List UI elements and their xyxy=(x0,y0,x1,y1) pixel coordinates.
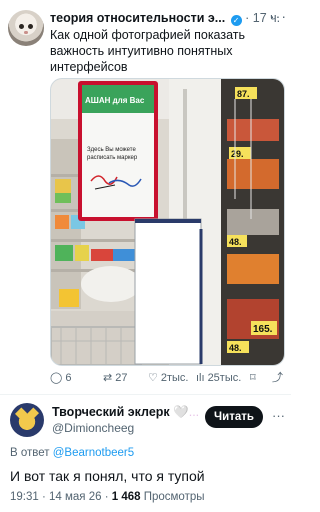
heart-icon: ♡ xyxy=(148,372,158,384)
follow-button[interactable]: Читать xyxy=(205,406,263,428)
reply-icon: ◯ xyxy=(50,372,63,384)
avatar-eye xyxy=(28,24,33,29)
reply-author-suffix: 🤍... xyxy=(173,405,200,419)
reply-meta: 19:31 · 14 мая 26 · 1 468 Просмотры xyxy=(10,491,205,503)
retweet-action[interactable]: ⇄ 27 xyxy=(103,370,127,386)
reply-author-avatar[interactable] xyxy=(10,403,44,437)
views-count: 25тыс. xyxy=(207,372,242,384)
reply-action[interactable]: ◯ 6 xyxy=(50,370,71,386)
sign-header: АШАН для Вас xyxy=(85,96,145,105)
views-chart-icon: ılı xyxy=(196,372,205,384)
in-reply-to: В ответ @Bearnotbeer5 xyxy=(10,447,134,459)
reply-views-label: Просмотры xyxy=(143,491,205,503)
avatar-nose xyxy=(24,31,28,34)
avatar-ear xyxy=(14,407,28,420)
reply-timestamp[interactable]: 19:31 · 14 мая 26 · xyxy=(10,491,109,503)
price-tag: 29. xyxy=(231,149,244,159)
verified-badge-icon: ✓ xyxy=(230,15,242,26)
like-action[interactable]: ♡ 2тыс. xyxy=(148,370,189,386)
reply-tweet[interactable]: Творческий эклерк 🤍... @Dimioncheeg Чита… xyxy=(0,395,291,512)
in-reply-handle-link[interactable]: @Bearnotbeer5 xyxy=(53,447,134,459)
in-reply-prefix: В ответ xyxy=(10,447,50,459)
reply-author-name[interactable]: Творческий эклерк 🤍... xyxy=(52,405,199,420)
reply-author-handle[interactable]: @Dimioncheeg xyxy=(52,421,134,435)
reply-author-name-text: Творческий эклерк xyxy=(52,405,170,419)
tweet-header: теория относительности э... ✓ · 17 ч. xyxy=(50,10,286,26)
retweet-icon: ⇄ xyxy=(103,372,113,384)
author-name[interactable]: теория относительности э... xyxy=(50,11,225,25)
bookmark-icon[interactable]: ⌑ xyxy=(250,370,256,386)
avatar-ear xyxy=(26,407,40,420)
price-tag: 165. xyxy=(253,324,273,335)
price-tag: 87. xyxy=(237,89,250,99)
avatar-eye xyxy=(19,24,24,29)
reply-text: И вот так я понял, что я тупой xyxy=(10,468,205,484)
like-count: 2тыс. xyxy=(160,372,189,384)
reply-views-count: 1 468 xyxy=(111,491,141,503)
tweet-time-separator: · xyxy=(245,11,253,25)
price-tag: 48. xyxy=(229,343,242,353)
views-action[interactable]: ılı 25тыс. xyxy=(196,370,241,386)
tweet-text: Как одной фотографией показать важность … xyxy=(50,28,246,74)
share-icon[interactable]: ⤴ xyxy=(272,370,283,386)
price-tag: 48. xyxy=(229,237,242,247)
tweet-photo[interactable]: 87. 29. 48. 165. 48. АШАН для Вас Здесь … xyxy=(50,78,285,366)
tweet-actions: ◯ 6 ⇄ 27 ♡ 2тыс. ılı 25тыс. ⌑ ⤴ xyxy=(50,370,286,386)
more-options-icon[interactable]: ··· xyxy=(270,8,287,24)
reply-count: 6 xyxy=(65,372,72,384)
more-options-icon[interactable]: ··· xyxy=(272,408,285,423)
retweet-count: 27 xyxy=(115,372,128,384)
author-avatar[interactable] xyxy=(8,10,44,46)
